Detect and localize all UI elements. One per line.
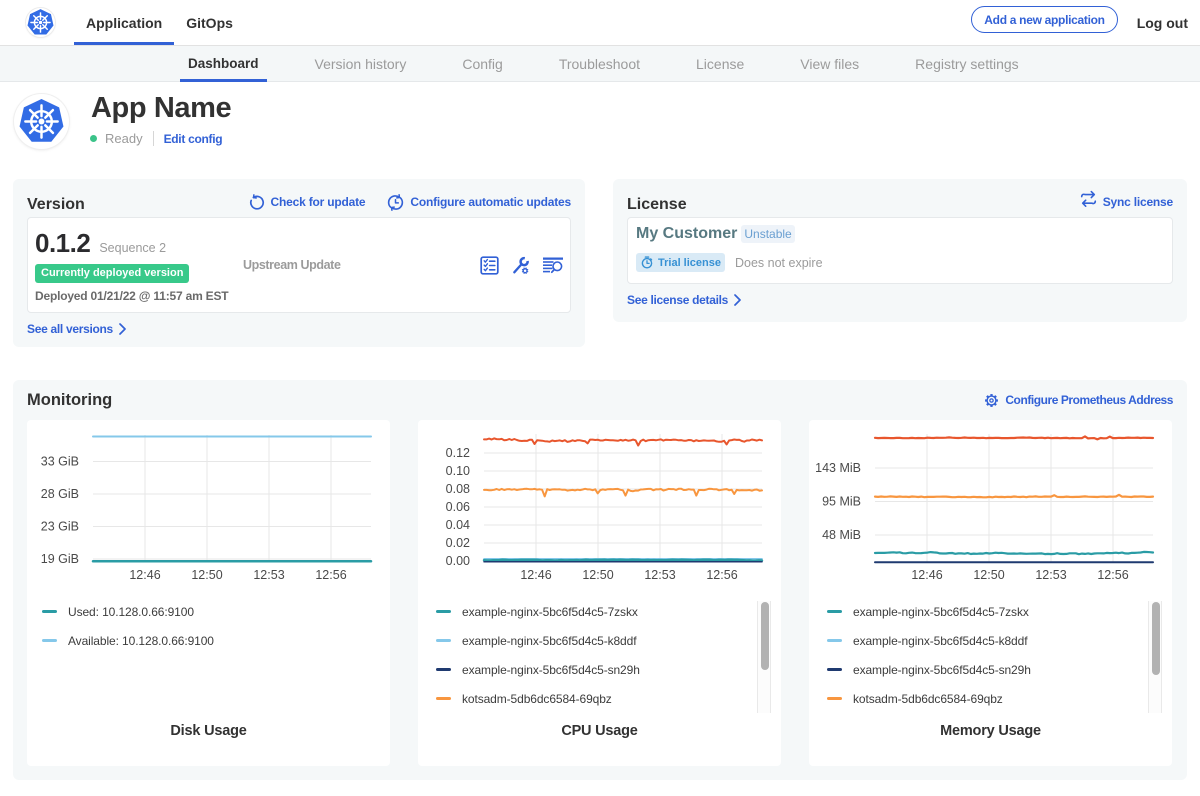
svg-text:12:53: 12:53 <box>253 568 284 582</box>
svg-text:0.10: 0.10 <box>446 464 470 478</box>
svg-text:19 GiB: 19 GiB <box>41 552 79 566</box>
svg-text:12:46: 12:46 <box>911 568 942 582</box>
svg-text:28 GiB: 28 GiB <box>41 487 79 501</box>
svg-text:12:50: 12:50 <box>973 568 1004 582</box>
svg-text:12:56: 12:56 <box>1097 568 1128 582</box>
svg-text:12:50: 12:50 <box>582 568 613 582</box>
svg-text:12:46: 12:46 <box>520 568 551 582</box>
svg-text:0.08: 0.08 <box>446 482 470 496</box>
svg-text:33 GiB: 33 GiB <box>41 455 79 469</box>
svg-text:23 GiB: 23 GiB <box>41 520 79 534</box>
svg-text:0.02: 0.02 <box>446 536 470 550</box>
svg-text:12:50: 12:50 <box>191 568 222 582</box>
svg-text:12:56: 12:56 <box>706 568 737 582</box>
svg-text:0.06: 0.06 <box>446 500 470 514</box>
svg-text:12:56: 12:56 <box>315 568 346 582</box>
svg-text:12:53: 12:53 <box>1035 568 1066 582</box>
svg-text:95 MiB: 95 MiB <box>822 495 861 509</box>
svg-text:48 MiB: 48 MiB <box>822 528 861 542</box>
svg-text:0.12: 0.12 <box>446 446 470 460</box>
svg-text:12:53: 12:53 <box>644 568 675 582</box>
svg-text:0.04: 0.04 <box>446 518 470 532</box>
svg-text:12:46: 12:46 <box>129 568 160 582</box>
svg-text:143 MiB: 143 MiB <box>815 461 861 475</box>
svg-text:0.00: 0.00 <box>446 554 470 568</box>
